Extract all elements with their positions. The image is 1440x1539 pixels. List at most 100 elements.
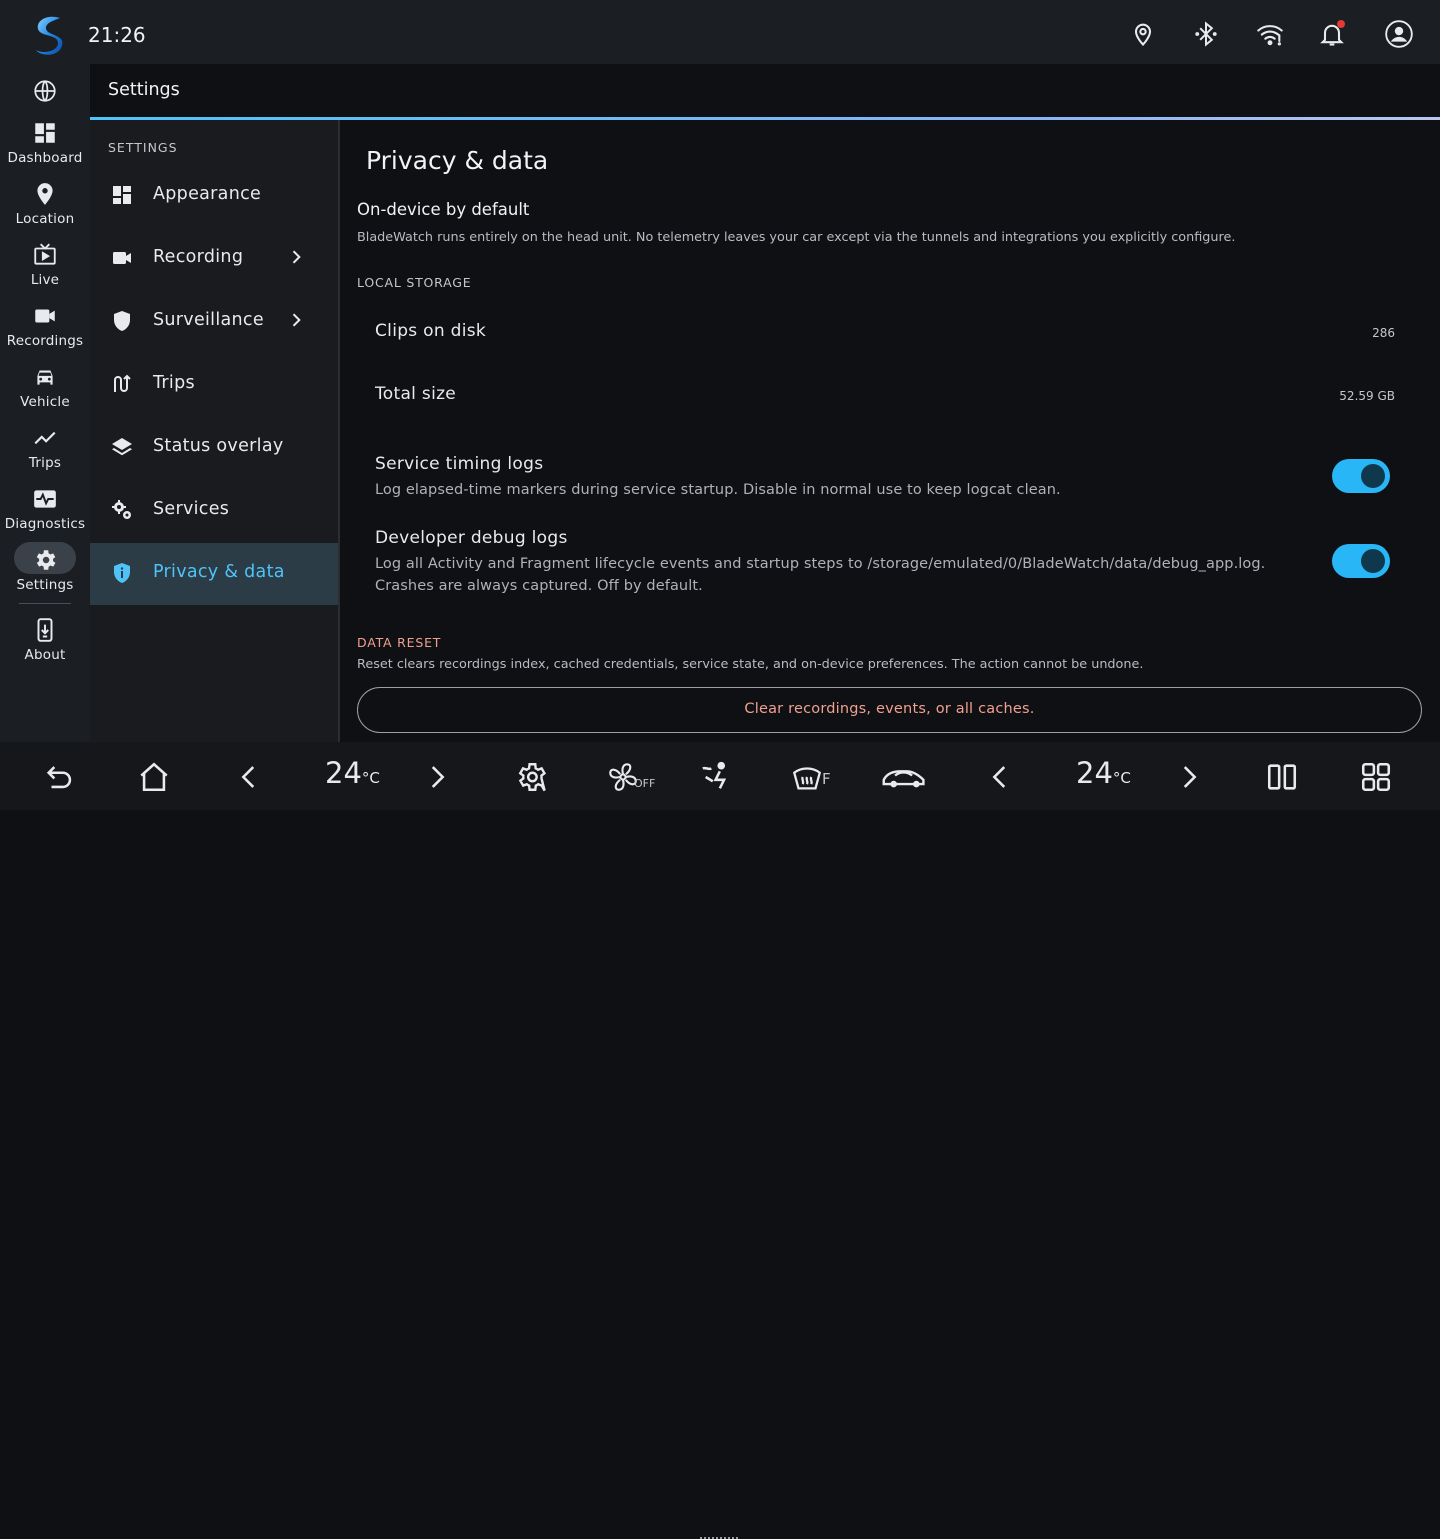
globe-icon [34, 80, 56, 102]
app-grid-icon[interactable] [1359, 760, 1393, 794]
nav-item-appearance[interactable]: Appearance [90, 165, 338, 227]
nav-item-label: Recording [153, 247, 244, 267]
settings-nav: SETTINGS Appearance Recording Surveillan… [90, 120, 338, 742]
rail-item-location[interactable]: Location [0, 181, 90, 227]
airflow-mode-icon[interactable] [700, 760, 734, 794]
toggle-knob [1361, 464, 1385, 488]
local-storage-heading: LOCAL STORAGE [357, 275, 472, 290]
on-device-description: BladeWatch runs entirely on the head uni… [357, 230, 1236, 245]
temp-unit: °C [1112, 769, 1131, 787]
front-defrost-icon[interactable] [790, 760, 824, 794]
temp-left-decrease-icon[interactable] [232, 760, 266, 794]
rail-item-settings[interactable]: Settings [0, 547, 90, 593]
bluetooth-icon[interactable] [1192, 20, 1220, 48]
debug-logs-description-line1: Log all Activity and Fragment lifecycle … [375, 556, 1266, 572]
nav-item-privacy-data[interactable]: Privacy & data [90, 543, 338, 605]
privacy-shield-icon [114, 563, 130, 583]
pulse-icon [34, 490, 56, 508]
rail-label: Recordings [6, 333, 84, 349]
rail-item-about[interactable]: About [0, 617, 90, 663]
nav-item-services[interactable]: Services [90, 480, 338, 542]
navigation-rail: Dashboard Location Live Recordings Vehic… [0, 64, 90, 742]
clock: 21:26 [88, 23, 146, 47]
rail-item-dashboard[interactable]: Dashboard [0, 120, 90, 166]
temp-unit: °C [361, 769, 380, 787]
app-logo-icon [36, 16, 63, 55]
videocam-icon [35, 309, 55, 323]
rail-label: Diagnostics [4, 516, 86, 532]
data-reset-description: Reset clears recordings index, cached cr… [357, 657, 1144, 672]
home-icon[interactable] [137, 760, 171, 794]
nav-item-label: Surveillance [153, 310, 264, 330]
videocam-icon [113, 252, 131, 264]
fan-state-label: OFF [634, 777, 656, 790]
rail-divider [19, 603, 71, 604]
rail-label: Location [15, 211, 75, 227]
temp-left-increase-icon[interactable] [420, 760, 454, 794]
nav-item-recording[interactable]: Recording [90, 228, 338, 290]
back-icon[interactable] [43, 760, 77, 794]
nav-item-label: Privacy & data [153, 562, 285, 582]
temp-right-increase-icon[interactable] [1172, 760, 1206, 794]
route-icon [114, 374, 131, 392]
timing-logs-description: Log elapsed-time markers during service … [375, 482, 1061, 498]
rail-item-trips[interactable]: Trips [0, 425, 90, 471]
defrost-label: F [822, 770, 831, 788]
trending-icon [34, 431, 56, 445]
car-icon [37, 370, 53, 385]
dashboard-icon [113, 186, 131, 204]
section-title: Privacy & data [366, 146, 549, 175]
location-pin-icon[interactable] [1129, 20, 1157, 48]
debug-logs-title: Developer debug logs [375, 528, 568, 548]
notification-badge [1337, 20, 1345, 28]
rail-item-diagnostics[interactable]: Diagnostics [0, 486, 90, 532]
chevron-right-icon [292, 250, 301, 264]
rail-label: Trips [28, 455, 62, 471]
system-bar: 24°C OFF F 24°C [0, 742, 1440, 1539]
timing-logs-toggle[interactable] [1332, 459, 1390, 493]
clear-data-button-label: Clear recordings, events, or all caches. [744, 701, 1035, 717]
live-tv-icon [34, 243, 56, 265]
account-icon[interactable] [1385, 20, 1413, 48]
privacy-content: Privacy & data On-device by default Blad… [340, 120, 1440, 742]
toggle-knob [1361, 549, 1385, 573]
location-icon [37, 183, 53, 205]
rail-label: Dashboard [7, 150, 83, 166]
data-reset-heading: DATA RESET [357, 635, 442, 650]
rail-item-recordings[interactable]: Recordings [0, 303, 90, 349]
nav-item-label: Appearance [153, 184, 262, 204]
nav-item-label: Services [153, 499, 230, 519]
wifi-icon[interactable] [1256, 20, 1284, 48]
debug-logs-toggle[interactable] [1332, 544, 1390, 578]
debug-logs-description-line2: Crashes are always captured. Off by defa… [375, 578, 703, 594]
nav-item-status-overlay[interactable]: Status overlay [90, 417, 338, 479]
app-header: Settings [90, 64, 1440, 119]
clips-on-disk-label: Clips on disk [375, 321, 487, 341]
climate-settings-icon[interactable] [514, 760, 548, 794]
temp-right-decrease-icon[interactable] [983, 760, 1017, 794]
left-temp-value: 24 [325, 756, 362, 790]
clear-data-button[interactable]: Clear recordings, events, or all caches. [357, 687, 1422, 733]
status-bar: 21:26 [0, 0, 1440, 64]
left-temperature: 24°C [325, 756, 380, 790]
gears-icon [112, 500, 131, 519]
gear-icon [36, 550, 56, 570]
rail-item-live[interactable]: Live [0, 242, 90, 288]
shield-icon [114, 311, 130, 331]
layers-icon [112, 438, 132, 456]
rail-label: Settings [16, 577, 74, 593]
rail-item-globe[interactable] [0, 78, 90, 104]
rail-item-vehicle[interactable]: Vehicle [0, 364, 90, 410]
recirculation-car-icon[interactable] [880, 760, 930, 794]
nav-item-surveillance[interactable]: Surveillance [90, 291, 338, 353]
on-device-title: On-device by default [357, 200, 530, 219]
rail-label: Vehicle [20, 394, 70, 410]
split-screen-icon[interactable] [1265, 760, 1299, 794]
download-device-icon [37, 618, 53, 642]
settings-nav-heading: SETTINGS [108, 140, 178, 155]
total-size-value: 52.59 GB [1339, 389, 1395, 403]
nav-item-trips[interactable]: Trips [90, 354, 338, 416]
dashboard-icon [35, 123, 55, 143]
rail-label: About [24, 647, 66, 663]
page-title: Settings [108, 80, 180, 100]
